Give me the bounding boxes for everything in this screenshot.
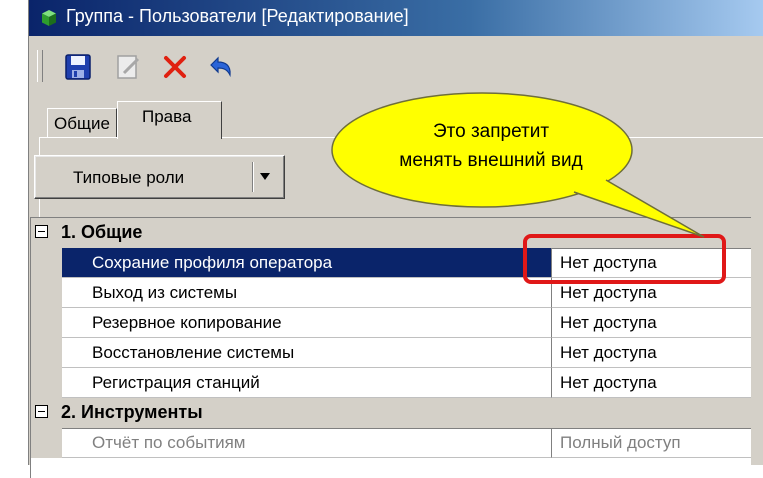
title-bar[interactable]: Группа - Пользователи [Редактирование] xyxy=(29,0,763,36)
table-row[interactable]: Отчёт по событиям Полный доступ xyxy=(31,428,751,458)
permission-name: Сохрание профиля оператора xyxy=(62,248,551,278)
dropdown-arrow-icon[interactable] xyxy=(260,173,270,180)
row-gutter xyxy=(31,428,62,458)
table-row[interactable]: Выход из системы Нет доступа xyxy=(31,278,751,308)
window-title: Группа - Пользователи [Редактирование] xyxy=(66,6,409,26)
row-gutter xyxy=(31,368,62,398)
tab-label: Общие xyxy=(54,114,110,133)
delete-button[interactable] xyxy=(159,51,191,83)
permission-name: Регистрация станций xyxy=(62,368,551,398)
category-label: 1. Общие xyxy=(61,222,143,242)
collapse-toggle-icon[interactable] xyxy=(35,225,48,238)
table-row[interactable]: Восстановление системы Нет доступа xyxy=(31,338,751,368)
row-gutter xyxy=(31,248,62,278)
undo-arrow-icon xyxy=(210,56,231,78)
permissions-grid: 1. Общие Сохрание профиля оператора Нет … xyxy=(30,217,751,478)
category-row[interactable]: 1. Общие xyxy=(31,218,751,249)
category-label: 2. Инструменты xyxy=(61,402,203,422)
row-gutter xyxy=(31,278,62,308)
collapse-toggle-icon[interactable] xyxy=(35,405,48,418)
callout-text: Это запретит менять внешний вид xyxy=(399,121,583,171)
undo-button[interactable] xyxy=(205,51,237,83)
green-cube-icon xyxy=(42,10,56,26)
permission-value[interactable]: Нет доступа xyxy=(551,248,751,278)
floppy-disk-icon xyxy=(65,54,91,80)
tab-label: Права xyxy=(142,107,192,126)
permission-name: Выход из системы xyxy=(62,278,551,308)
tab-general[interactable]: Общие xyxy=(47,108,117,138)
save-button[interactable] xyxy=(62,51,94,83)
permission-name: Отчёт по событиям xyxy=(62,428,551,458)
tab-rights[interactable]: Права xyxy=(117,101,222,139)
permission-name: Восстановление системы xyxy=(62,338,551,368)
category-row[interactable]: 2. Инструменты xyxy=(31,398,751,429)
toolbar-grip[interactable] xyxy=(37,50,43,82)
toolbar xyxy=(29,36,763,92)
edit-page-icon xyxy=(117,55,140,79)
permission-value[interactable]: Нет доступа xyxy=(551,368,751,398)
table-row[interactable]: Сохрание профиля оператора Нет доступа xyxy=(31,248,751,278)
red-x-icon xyxy=(164,56,186,78)
row-gutter xyxy=(31,338,62,368)
permission-value[interactable]: Нет доступа xyxy=(551,278,751,308)
permission-value[interactable]: Нет доступа xyxy=(551,338,751,368)
table-row[interactable]: Резервное копирование Нет доступа xyxy=(31,308,751,338)
permission-value[interactable]: Нет доступа xyxy=(551,308,751,338)
permission-value[interactable]: Полный доступ xyxy=(551,428,751,458)
row-gutter xyxy=(31,308,62,338)
typical-roles-dropdown-button[interactable]: Типовые роли xyxy=(34,155,285,199)
roles-button-label: Типовые роли xyxy=(73,168,185,187)
table-row[interactable]: Регистрация станций Нет доступа xyxy=(31,368,751,398)
permission-name: Резервное копирование xyxy=(62,308,551,338)
edit-button[interactable] xyxy=(112,51,144,83)
split-separator xyxy=(252,162,254,192)
